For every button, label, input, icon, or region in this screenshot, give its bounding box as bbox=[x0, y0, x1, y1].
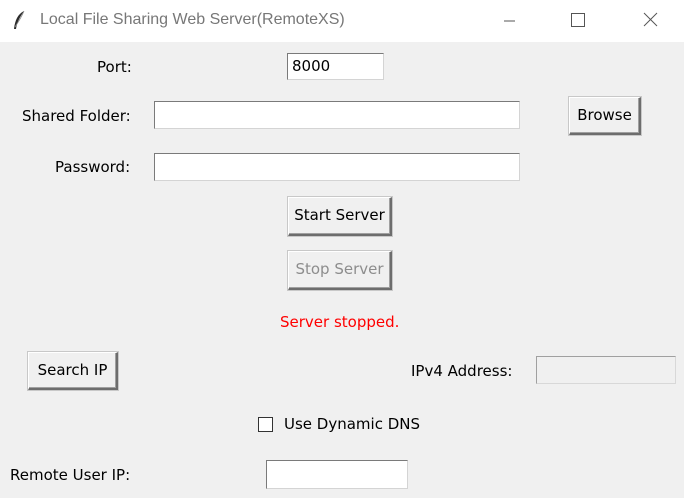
maximize-icon bbox=[571, 13, 585, 27]
maximize-button[interactable] bbox=[548, 0, 606, 42]
server-status-text: Server stopped. bbox=[280, 313, 400, 331]
dynamic-dns-label[interactable]: Use Dynamic DNS bbox=[284, 415, 420, 433]
stop-server-button[interactable]: Stop Server bbox=[288, 251, 392, 290]
remote-user-ip-label: Remote User IP: bbox=[10, 466, 131, 484]
feather-icon bbox=[14, 10, 25, 29]
browse-button[interactable]: Browse bbox=[569, 97, 641, 135]
minimize-button[interactable] bbox=[480, 0, 538, 42]
start-server-button[interactable]: Start Server bbox=[288, 197, 392, 236]
title-bar[interactable]: Local File Sharing Web Server(RemoteXS) bbox=[0, 0, 684, 42]
password-input[interactable] bbox=[154, 153, 520, 181]
search-ip-button[interactable]: Search IP bbox=[28, 352, 118, 390]
minimize-icon bbox=[504, 20, 515, 22]
dynamic-dns-checkbox[interactable] bbox=[258, 417, 273, 432]
shared-folder-label: Shared Folder: bbox=[22, 107, 131, 125]
password-label: Password: bbox=[55, 158, 131, 176]
port-label: Port: bbox=[97, 58, 132, 76]
ipv4-address-field[interactable] bbox=[536, 356, 676, 384]
close-button[interactable] bbox=[620, 0, 678, 42]
close-icon bbox=[643, 12, 658, 27]
remote-user-ip-input[interactable] bbox=[266, 460, 408, 489]
ipv4-address-label: IPv4 Address: bbox=[411, 362, 513, 380]
shared-folder-input[interactable] bbox=[154, 101, 520, 129]
port-input[interactable]: 8000 bbox=[287, 53, 384, 80]
window-title: Local File Sharing Web Server(RemoteXS) bbox=[40, 11, 345, 28]
